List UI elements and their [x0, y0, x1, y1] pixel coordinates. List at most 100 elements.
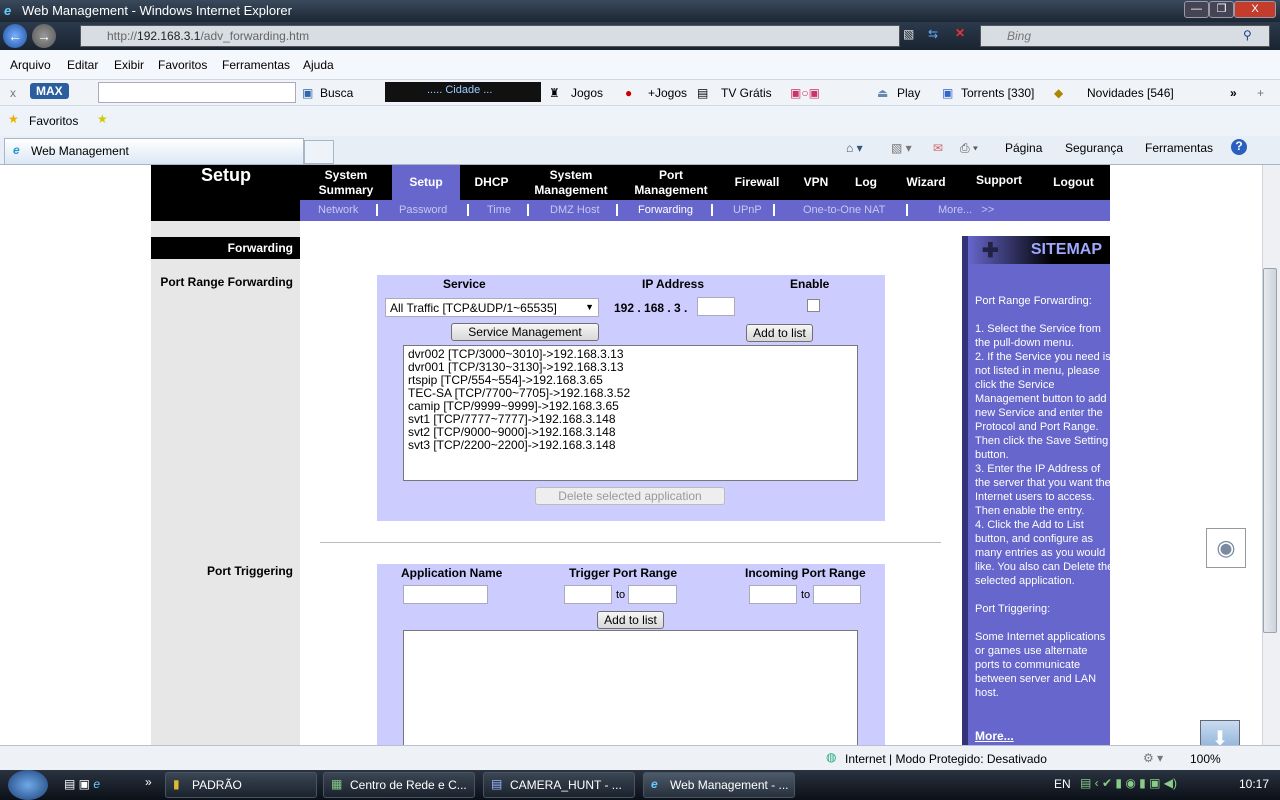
puzzle-icon: ✚: [982, 240, 999, 262]
subnav-one-to-one-nat[interactable]: One-to-One NAT: [803, 204, 885, 216]
task-camera-hunt[interactable]: ▤ CAMERA_HUNT - ...: [483, 772, 635, 798]
sitemap-title: SITEMAP: [1030, 241, 1102, 258]
service-management-button[interactable]: Service Management: [451, 323, 599, 341]
help-icon[interactable]: ?: [1231, 139, 1247, 155]
nav-logout[interactable]: Logout: [1041, 165, 1106, 200]
search-input[interactable]: Bing: [980, 25, 1270, 47]
subnav-time[interactable]: Time: [487, 204, 511, 216]
forward-icon[interactable]: →: [32, 24, 56, 48]
feeds-icon[interactable]: ▧ ▾: [891, 141, 912, 155]
menu-ajuda[interactable]: Ajuda: [303, 58, 334, 72]
play-button[interactable]: Play: [897, 86, 920, 100]
trigger-start-input[interactable]: [564, 585, 612, 604]
incoming-end-input[interactable]: [813, 585, 861, 604]
menu-ferramentas[interactable]: Ferramentas: [222, 58, 290, 72]
subnav-dmz-host[interactable]: DMZ Host: [550, 204, 600, 216]
busca-icon: ▣: [302, 86, 314, 100]
enable-checkbox[interactable]: [807, 299, 820, 312]
tab-web-management[interactable]: e Web Management: [4, 138, 304, 164]
jogos-button[interactable]: Jogos: [571, 86, 603, 100]
incoming-start-input[interactable]: [749, 585, 797, 604]
subnav-network[interactable]: Network: [318, 204, 358, 216]
new-tab-button[interactable]: [304, 140, 334, 164]
floating-widget-icon[interactable]: ◉: [1206, 528, 1246, 568]
torrents-icon: ▣: [942, 86, 954, 100]
download-icon[interactable]: ⬇: [1200, 720, 1240, 745]
toolbar-more-button[interactable]: »: [1230, 86, 1237, 100]
minimize-button[interactable]: —: [1184, 1, 1209, 18]
home-icon[interactable]: ⌂ ▾: [846, 141, 863, 155]
refresh-icon[interactable]: ⇆: [928, 27, 938, 41]
menu-exibir[interactable]: Exibir: [114, 58, 144, 72]
task-centro-rede[interactable]: ▦ Centro de Rede e C...: [323, 772, 475, 798]
radio-player[interactable]: ..... Cidade ...: [385, 82, 541, 102]
list-item[interactable]: svt3 [TCP/2200~2200]->192.168.3.148: [408, 439, 853, 452]
address-bar[interactable]: http://192.168.3.1/adv_forwarding.htm: [80, 25, 900, 47]
port-triggering-label: Port Triggering: [206, 564, 293, 578]
nav-port-management[interactable]: Port Management: [626, 165, 716, 200]
nav-support[interactable]: Support: [966, 165, 1032, 195]
ip-last-octet-input[interactable]: [697, 297, 735, 316]
search-icon[interactable]: ⚲: [1243, 28, 1252, 42]
subnav-upnp[interactable]: UPnP: [733, 204, 762, 216]
tv-gratis-button[interactable]: TV Grátis: [721, 86, 772, 100]
task-web-management[interactable]: e Web Management - ...: [643, 772, 795, 798]
nav-system-management[interactable]: System Management: [526, 165, 616, 200]
mais-jogos-button[interactable]: +Jogos: [648, 86, 687, 100]
url-path: /adv_forwarding.htm: [200, 29, 310, 43]
task-padrao[interactable]: ▮ PADRÃO: [165, 772, 317, 798]
close-button[interactable]: X: [1234, 1, 1276, 18]
trigger-end-input[interactable]: [628, 585, 677, 604]
ferramentas-menu[interactable]: Ferramentas: [1145, 141, 1213, 155]
nav-system-summary[interactable]: System Summary: [301, 165, 391, 200]
nav-vpn[interactable]: VPN: [796, 165, 836, 200]
toolbar-close-button[interactable]: x: [10, 86, 16, 100]
tray-icons[interactable]: ▤ ‹ ✔ ▮ ◉ ▮ ▣ ◀): [1080, 776, 1177, 790]
nav-log[interactable]: Log: [846, 165, 886, 200]
mail-icon[interactable]: ✉: [933, 141, 943, 155]
trigger-add-to-list-button[interactable]: Add to list: [597, 611, 664, 629]
triggering-list[interactable]: [403, 630, 858, 745]
social-icons[interactable]: ▣○▣: [790, 86, 820, 100]
subnav-password[interactable]: Password: [399, 204, 447, 216]
print-icon[interactable]: ⎙ ▾: [960, 141, 978, 156]
protected-mode-icon[interactable]: ⚙ ▾: [1143, 751, 1163, 765]
maximize-button[interactable]: ❐: [1209, 1, 1234, 18]
sitemap-more-link[interactable]: More...: [975, 729, 1014, 743]
nav-dhcp[interactable]: DHCP: [464, 165, 519, 200]
menu-arquivo[interactable]: Arquivo: [10, 58, 51, 72]
service-select[interactable]: All Traffic [TCP&UDP/1~65535] ▼: [385, 298, 599, 317]
nav-setup[interactable]: Setup: [392, 165, 460, 200]
subnav-more[interactable]: More... >>: [938, 204, 994, 216]
toolbar-search-input[interactable]: [98, 82, 296, 103]
favorites-button[interactable]: Favoritos: [29, 114, 78, 128]
toolbar-add-button[interactable]: +: [1257, 86, 1264, 100]
add-to-list-button[interactable]: Add to list: [746, 324, 813, 342]
quicklaunch-more[interactable]: »: [145, 775, 152, 789]
application-name-input[interactable]: [403, 585, 488, 604]
max-logo[interactable]: MAX: [30, 83, 69, 99]
clock[interactable]: 10:17: [1239, 777, 1269, 791]
forwarding-list[interactable]: dvr002 [TCP/3000~3010]->192.168.3.13 dvr…: [403, 345, 858, 481]
torrents-button[interactable]: Torrents [330]: [961, 86, 1034, 100]
back-icon[interactable]: ←: [3, 24, 27, 48]
subnav-forwarding[interactable]: Forwarding: [638, 204, 693, 216]
delete-selected-button[interactable]: Delete selected application: [535, 487, 725, 505]
pagina-menu[interactable]: Página: [1005, 141, 1042, 155]
stop-icon[interactable]: ✕: [955, 26, 965, 40]
novidades-button[interactable]: Novidades [546]: [1087, 86, 1174, 100]
start-button[interactable]: [8, 770, 48, 800]
seguranca-menu[interactable]: Segurança: [1065, 141, 1123, 155]
compat-icon[interactable]: ▧: [903, 27, 914, 41]
nav-firewall[interactable]: Firewall: [728, 165, 786, 200]
ie-logo-icon: e: [4, 3, 12, 18]
scrollbar-thumb[interactable]: [1263, 268, 1277, 633]
language-indicator[interactable]: EN: [1054, 777, 1071, 791]
nav-wizard[interactable]: Wizard: [896, 165, 956, 200]
add-favorite-icon[interactable]: ★: [97, 112, 108, 126]
menu-favoritos[interactable]: Favoritos: [158, 58, 207, 72]
zoom-level[interactable]: 100%: [1190, 752, 1221, 766]
quicklaunch-icons[interactable]: ▤ ▣ e: [64, 777, 100, 791]
busca-button[interactable]: Busca: [320, 86, 353, 100]
menu-editar[interactable]: Editar: [67, 58, 98, 72]
